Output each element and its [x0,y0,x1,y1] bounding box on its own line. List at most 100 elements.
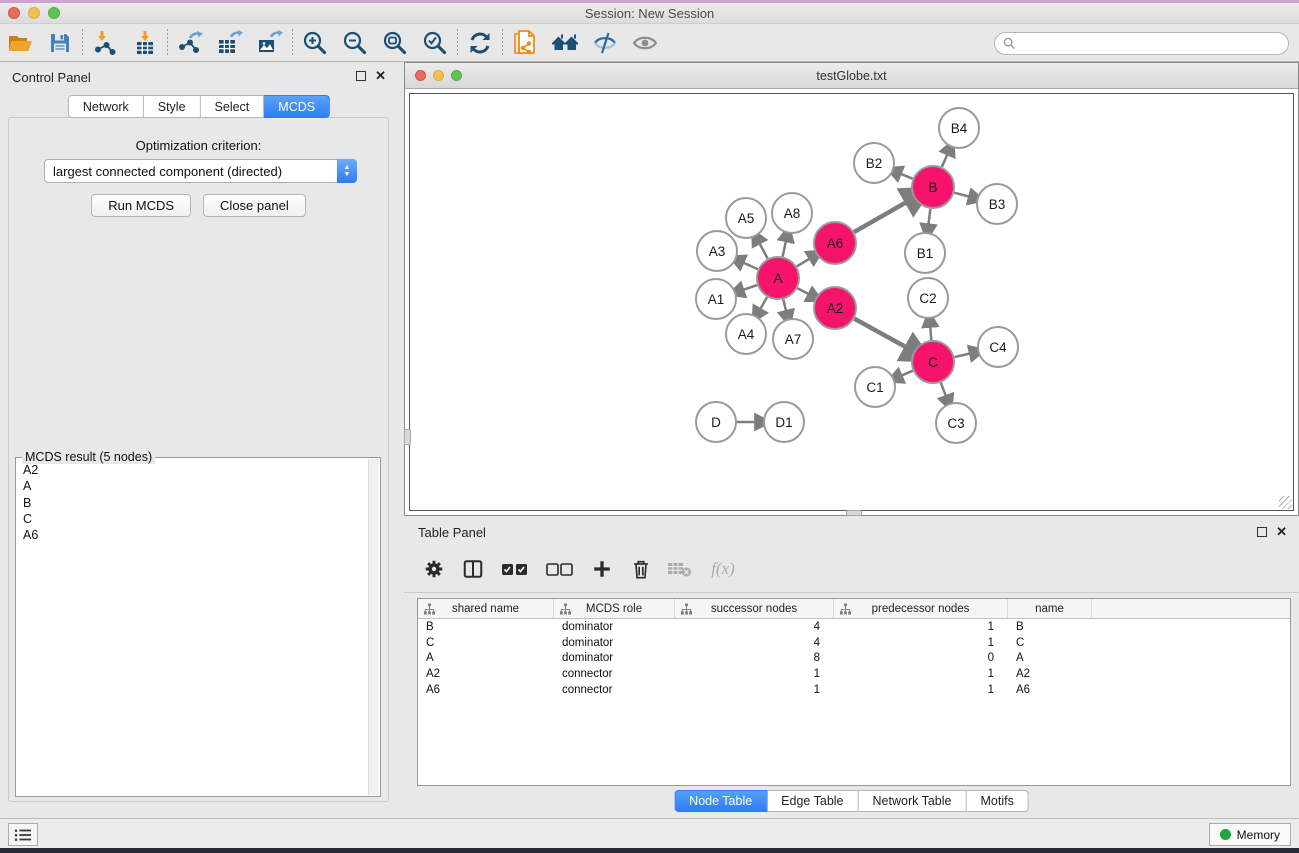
table-cell[interactable]: A2 [1008,668,1092,680]
table-cell[interactable]: A2 [418,668,554,680]
table-cell[interactable]: A6 [1008,684,1092,696]
gear-icon[interactable] [421,556,447,582]
mcds-result-item[interactable]: A6 [23,527,368,543]
column-header-predecessor-nodes[interactable]: predecessor nodes [834,599,1008,618]
tab-network-table[interactable]: Network Table [859,790,967,812]
select-all-columns-icon[interactable] [499,556,531,582]
table-row[interactable]: A6connector11A6 [418,682,1290,698]
task-history-button[interactable] [8,823,38,846]
network-canvas[interactable]: B4B2BB3A5A8A6B1A3AC2A1A2A4A7C4CC1C3DD1 [409,93,1294,511]
table-cell[interactable]: dominator [554,637,675,649]
export-network-icon[interactable] [170,28,210,58]
tab-motifs[interactable]: Motifs [966,790,1028,812]
graph-edge-A-A8[interactable] [783,240,786,256]
graph-edge-A2-C[interactable] [854,319,907,348]
tab-mcds[interactable]: MCDS [264,95,330,118]
search-field[interactable] [994,32,1289,55]
resize-grip[interactable] [1279,496,1292,509]
graph-edge-C-C3[interactable] [941,383,946,397]
table-cell[interactable]: A [418,652,554,664]
eye-slash-icon[interactable] [585,28,625,58]
graph-node-C1[interactable]: C1 [855,367,895,407]
mcds-result-item[interactable]: B [23,495,368,511]
search-input[interactable] [1021,33,1288,54]
graph-node-D1[interactable]: D1 [764,402,804,442]
zoom-fit-icon[interactable] [375,28,415,58]
graph-edge-A-A4[interactable] [760,297,767,310]
graph-node-A5[interactable]: A5 [726,198,766,238]
graph-node-B1[interactable]: B1 [905,233,945,273]
trash-icon[interactable] [628,556,654,582]
function-builder-icon[interactable]: f(x) [706,556,740,582]
import-network-icon[interactable] [85,28,125,58]
table-cell[interactable]: C [1008,637,1092,649]
tab-network[interactable]: Network [68,95,144,118]
tab-edge-table[interactable]: Edge Table [767,790,858,812]
graph-edge-C-C1[interactable] [901,371,913,376]
close-panel-icon[interactable]: ✕ [375,71,386,81]
table-cell[interactable]: connector [554,684,675,696]
import-table-icon[interactable] [125,28,165,58]
float-table-panel-icon[interactable] [1257,527,1267,537]
mcds-result-item[interactable]: A2 [23,462,368,478]
tab-node-table[interactable]: Node Table [674,790,767,812]
eye-icon[interactable] [625,28,665,58]
graph-edge-C-C4[interactable] [954,353,970,357]
zoom-out-icon[interactable] [335,28,375,58]
column-header-successor-nodes[interactable]: successor nodes [675,599,834,618]
table-row[interactable]: Cdominator41C [418,635,1290,651]
graph-edge-B-B3[interactable] [954,193,970,197]
table-cell[interactable]: 1 [834,621,1008,633]
split-panel-icon[interactable] [460,556,486,582]
table-cell[interactable]: connector [554,668,675,680]
graph-node-A6[interactable]: A6 [814,222,856,264]
table-row[interactable]: Adominator80A [418,650,1290,666]
delete-table-icon[interactable] [667,556,693,582]
table-cell[interactable]: 4 [675,637,834,649]
folder-open-icon[interactable] [0,28,40,58]
column-header-shared-name[interactable]: shared name [418,599,554,618]
table-cell[interactable]: A6 [418,684,554,696]
column-header-MCDS-role[interactable]: MCDS role [554,599,675,618]
graph-node-A2[interactable]: A2 [814,287,856,329]
graph-edge-A-A7[interactable] [783,299,786,311]
table-cell[interactable]: C [418,637,554,649]
run-mcds-button[interactable]: Run MCDS [91,194,191,217]
close-panel-button[interactable]: Close panel [203,194,306,217]
graph-edge-A6-B[interactable] [854,201,908,232]
save-icon[interactable] [40,28,80,58]
table-cell[interactable]: dominator [554,652,675,664]
table-cell[interactable]: 1 [834,684,1008,696]
graph-node-D[interactable]: D [696,402,736,442]
graph-node-A[interactable]: A [757,257,799,299]
mcds-scrollbar[interactable] [368,459,379,795]
table-cell[interactable]: 8 [675,652,834,664]
export-table-icon[interactable] [210,28,250,58]
maximize-view-button[interactable] [451,70,462,81]
table-cell[interactable]: 1 [834,637,1008,649]
graph-node-B4[interactable]: B4 [939,108,979,148]
graph-node-B3[interactable]: B3 [977,184,1017,224]
graph-edge-A-A6[interactable] [797,258,811,266]
graph-node-B2[interactable]: B2 [854,143,894,183]
graph-edge-A-A3[interactable] [743,262,758,269]
close-table-panel-icon[interactable]: ✕ [1276,527,1287,537]
graph-node-A8[interactable]: A8 [772,193,812,233]
graph-node-C3[interactable]: C3 [936,403,976,443]
tab-style[interactable]: Style [144,95,201,118]
tab-select[interactable]: Select [201,95,265,118]
graph-node-C2[interactable]: C2 [908,278,948,318]
export-image-icon[interactable] [250,28,290,58]
column-header-name[interactable]: name [1008,599,1092,618]
dropdown-stepper-icon[interactable]: ▲▼ [337,159,357,183]
minimize-window-button[interactable] [28,7,40,19]
graph-node-C[interactable]: C [912,341,954,383]
mcds-result-list[interactable]: A2ABCA6 [17,459,368,795]
graph-edge-A-A2[interactable] [797,288,809,294]
table-cell[interactable]: 1 [675,668,834,680]
mcds-result-item[interactable]: A [23,478,368,494]
table-cell[interactable]: dominator [554,621,675,633]
zoom-selected-icon[interactable] [415,28,455,58]
graph-edge-B-B4[interactable] [942,154,948,167]
close-view-button[interactable] [415,70,426,81]
